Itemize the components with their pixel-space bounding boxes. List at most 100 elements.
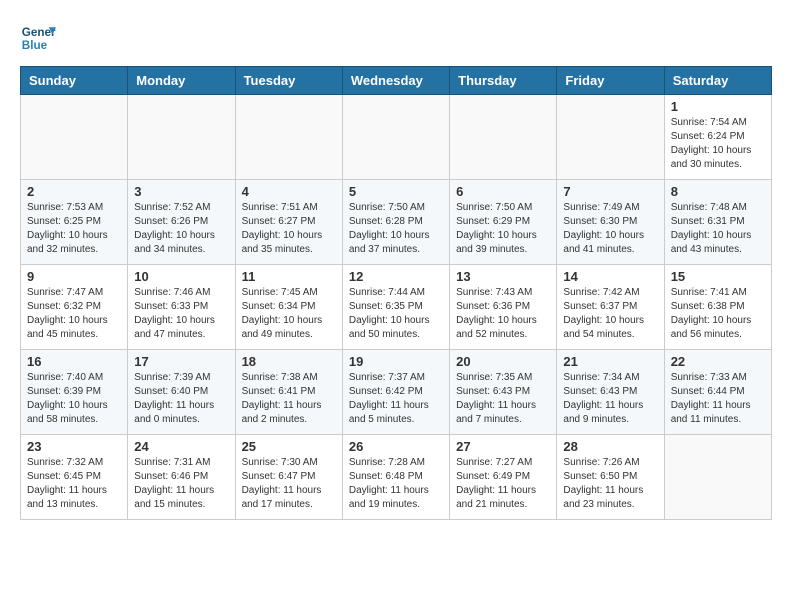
day-number: 15 bbox=[671, 269, 765, 284]
day-info: Sunrise: 7:48 AM Sunset: 6:31 PM Dayligh… bbox=[671, 201, 765, 257]
calendar-cell bbox=[664, 435, 771, 520]
day-number: 19 bbox=[349, 354, 443, 369]
day-number: 28 bbox=[563, 439, 657, 454]
week-row-4: 16 Sunrise: 7:40 AM Sunset: 6:39 PM Dayli… bbox=[21, 350, 772, 435]
week-row-2: 2Sunrise: 7:53 AM Sunset: 6:25 PM Daylig… bbox=[21, 180, 772, 265]
week-row-5: 23Sunrise: 7:32 AM Sunset: 6:45 PM Dayli… bbox=[21, 435, 772, 520]
day-info: Sunrise: 7:28 AM Sunset: 6:48 PM Dayligh… bbox=[349, 456, 443, 512]
col-header-wednesday: Wednesday bbox=[342, 67, 449, 95]
calendar-cell bbox=[450, 95, 557, 180]
day-info: Sunrise: 7:41 AM Sunset: 6:38 PM Dayligh… bbox=[671, 286, 765, 342]
day-number: 16 bbox=[27, 354, 121, 369]
day-info: Sunrise: 7:43 AM Sunset: 6:36 PM Dayligh… bbox=[456, 286, 550, 342]
day-info: Sunrise: 7:38 AM Sunset: 6:41 PM Dayligh… bbox=[242, 371, 336, 427]
day-info: Sunrise: 7:44 AM Sunset: 6:35 PM Dayligh… bbox=[349, 286, 443, 342]
calendar-cell: 6Sunrise: 7:50 AM Sunset: 6:29 PM Daylig… bbox=[450, 180, 557, 265]
day-info: Sunrise: 7:54 AM Sunset: 6:24 PM Dayligh… bbox=[671, 116, 765, 172]
calendar-cell bbox=[128, 95, 235, 180]
day-info: Sunrise: 7:34 AM Sunset: 6:43 PM Dayligh… bbox=[563, 371, 657, 427]
day-info: Sunrise: 7:26 AM Sunset: 6:50 PM Dayligh… bbox=[563, 456, 657, 512]
day-number: 1 bbox=[671, 99, 765, 114]
calendar-cell: 19 Sunrise: 7:37 AM Sunset: 6:42 PM Dayli… bbox=[342, 350, 449, 435]
day-number: 24 bbox=[134, 439, 228, 454]
day-info: Sunrise: 7:31 AM Sunset: 6:46 PM Dayligh… bbox=[134, 456, 228, 512]
calendar-cell: 15 Sunrise: 7:41 AM Sunset: 6:38 PM Dayli… bbox=[664, 265, 771, 350]
day-number: 14 bbox=[563, 269, 657, 284]
day-info: Sunrise: 7:51 AM Sunset: 6:27 PM Dayligh… bbox=[242, 201, 336, 257]
day-number: 5 bbox=[349, 184, 443, 199]
calendar-cell: 23Sunrise: 7:32 AM Sunset: 6:45 PM Dayli… bbox=[21, 435, 128, 520]
day-info: Sunrise: 7:35 AM Sunset: 6:43 PM Dayligh… bbox=[456, 371, 550, 427]
calendar-cell: 10 Sunrise: 7:46 AM Sunset: 6:33 PM Dayli… bbox=[128, 265, 235, 350]
calendar-cell: 17 Sunrise: 7:39 AM Sunset: 6:40 PM Dayli… bbox=[128, 350, 235, 435]
calendar-cell: 18 Sunrise: 7:38 AM Sunset: 6:41 PM Dayli… bbox=[235, 350, 342, 435]
logo-icon: General Blue bbox=[20, 20, 56, 56]
day-number: 12 bbox=[349, 269, 443, 284]
calendar-cell: 4 Sunrise: 7:51 AM Sunset: 6:27 PM Daylig… bbox=[235, 180, 342, 265]
calendar-cell: 28 Sunrise: 7:26 AM Sunset: 6:50 PM Dayli… bbox=[557, 435, 664, 520]
calendar-cell: 8 Sunrise: 7:48 AM Sunset: 6:31 PM Daylig… bbox=[664, 180, 771, 265]
col-header-saturday: Saturday bbox=[664, 67, 771, 95]
day-info: Sunrise: 7:52 AM Sunset: 6:26 PM Dayligh… bbox=[134, 201, 228, 257]
day-number: 20 bbox=[456, 354, 550, 369]
day-number: 25 bbox=[242, 439, 336, 454]
day-number: 10 bbox=[134, 269, 228, 284]
calendar-cell: 26 Sunrise: 7:28 AM Sunset: 6:48 PM Dayli… bbox=[342, 435, 449, 520]
day-info: Sunrise: 7:30 AM Sunset: 6:47 PM Dayligh… bbox=[242, 456, 336, 512]
calendar-cell: 9 Sunrise: 7:47 AM Sunset: 6:32 PM Daylig… bbox=[21, 265, 128, 350]
col-header-tuesday: Tuesday bbox=[235, 67, 342, 95]
day-number: 7 bbox=[563, 184, 657, 199]
calendar-cell: 11Sunrise: 7:45 AM Sunset: 6:34 PM Dayli… bbox=[235, 265, 342, 350]
day-number: 17 bbox=[134, 354, 228, 369]
header-row: SundayMondayTuesdayWednesdayThursdayFrid… bbox=[21, 67, 772, 95]
calendar-cell: 25 Sunrise: 7:30 AM Sunset: 6:47 PM Dayli… bbox=[235, 435, 342, 520]
week-row-3: 9 Sunrise: 7:47 AM Sunset: 6:32 PM Daylig… bbox=[21, 265, 772, 350]
page-header: General Blue bbox=[20, 20, 772, 56]
calendar-cell: 21 Sunrise: 7:34 AM Sunset: 6:43 PM Dayli… bbox=[557, 350, 664, 435]
day-number: 2 bbox=[27, 184, 121, 199]
calendar-cell: 13 Sunrise: 7:43 AM Sunset: 6:36 PM Dayli… bbox=[450, 265, 557, 350]
calendar-cell: 3 Sunrise: 7:52 AM Sunset: 6:26 PM Daylig… bbox=[128, 180, 235, 265]
calendar-cell: 20 Sunrise: 7:35 AM Sunset: 6:43 PM Dayli… bbox=[450, 350, 557, 435]
day-number: 13 bbox=[456, 269, 550, 284]
calendar-cell: 7 Sunrise: 7:49 AM Sunset: 6:30 PM Daylig… bbox=[557, 180, 664, 265]
day-info: Sunrise: 7:47 AM Sunset: 6:32 PM Dayligh… bbox=[27, 286, 121, 342]
calendar-cell: 24 Sunrise: 7:31 AM Sunset: 6:46 PM Dayli… bbox=[128, 435, 235, 520]
calendar-cell: 16 Sunrise: 7:40 AM Sunset: 6:39 PM Dayli… bbox=[21, 350, 128, 435]
day-number: 4 bbox=[242, 184, 336, 199]
day-number: 26 bbox=[349, 439, 443, 454]
day-number: 8 bbox=[671, 184, 765, 199]
col-header-sunday: Sunday bbox=[21, 67, 128, 95]
calendar-cell bbox=[235, 95, 342, 180]
week-row-1: 1 Sunrise: 7:54 AM Sunset: 6:24 PM Daylig… bbox=[21, 95, 772, 180]
day-info: Sunrise: 7:33 AM Sunset: 6:44 PM Dayligh… bbox=[671, 371, 765, 427]
day-number: 18 bbox=[242, 354, 336, 369]
col-header-friday: Friday bbox=[557, 67, 664, 95]
day-info: Sunrise: 7:42 AM Sunset: 6:37 PM Dayligh… bbox=[563, 286, 657, 342]
day-number: 9 bbox=[27, 269, 121, 284]
day-number: 27 bbox=[456, 439, 550, 454]
calendar-table: SundayMondayTuesdayWednesdayThursdayFrid… bbox=[20, 66, 772, 520]
col-header-monday: Monday bbox=[128, 67, 235, 95]
day-number: 22 bbox=[671, 354, 765, 369]
day-info: Sunrise: 7:39 AM Sunset: 6:40 PM Dayligh… bbox=[134, 371, 228, 427]
day-info: Sunrise: 7:46 AM Sunset: 6:33 PM Dayligh… bbox=[134, 286, 228, 342]
day-info: Sunrise: 7:50 AM Sunset: 6:28 PM Dayligh… bbox=[349, 201, 443, 257]
day-info: Sunrise: 7:45 AM Sunset: 6:34 PM Dayligh… bbox=[242, 286, 336, 342]
day-number: 3 bbox=[134, 184, 228, 199]
calendar-cell: 1 Sunrise: 7:54 AM Sunset: 6:24 PM Daylig… bbox=[664, 95, 771, 180]
calendar-cell: 5 Sunrise: 7:50 AM Sunset: 6:28 PM Daylig… bbox=[342, 180, 449, 265]
calendar-cell: 27Sunrise: 7:27 AM Sunset: 6:49 PM Dayli… bbox=[450, 435, 557, 520]
day-info: Sunrise: 7:37 AM Sunset: 6:42 PM Dayligh… bbox=[349, 371, 443, 427]
day-info: Sunrise: 7:49 AM Sunset: 6:30 PM Dayligh… bbox=[563, 201, 657, 257]
day-info: Sunrise: 7:32 AM Sunset: 6:45 PM Dayligh… bbox=[27, 456, 121, 512]
calendar-cell: 12 Sunrise: 7:44 AM Sunset: 6:35 PM Dayli… bbox=[342, 265, 449, 350]
day-info: Sunrise: 7:40 AM Sunset: 6:39 PM Dayligh… bbox=[27, 371, 121, 427]
calendar-cell: 14 Sunrise: 7:42 AM Sunset: 6:37 PM Dayli… bbox=[557, 265, 664, 350]
day-number: 6 bbox=[456, 184, 550, 199]
logo: General Blue bbox=[20, 20, 56, 56]
calendar-cell: 22 Sunrise: 7:33 AM Sunset: 6:44 PM Dayli… bbox=[664, 350, 771, 435]
day-number: 21 bbox=[563, 354, 657, 369]
calendar-cell bbox=[342, 95, 449, 180]
calendar-cell bbox=[21, 95, 128, 180]
